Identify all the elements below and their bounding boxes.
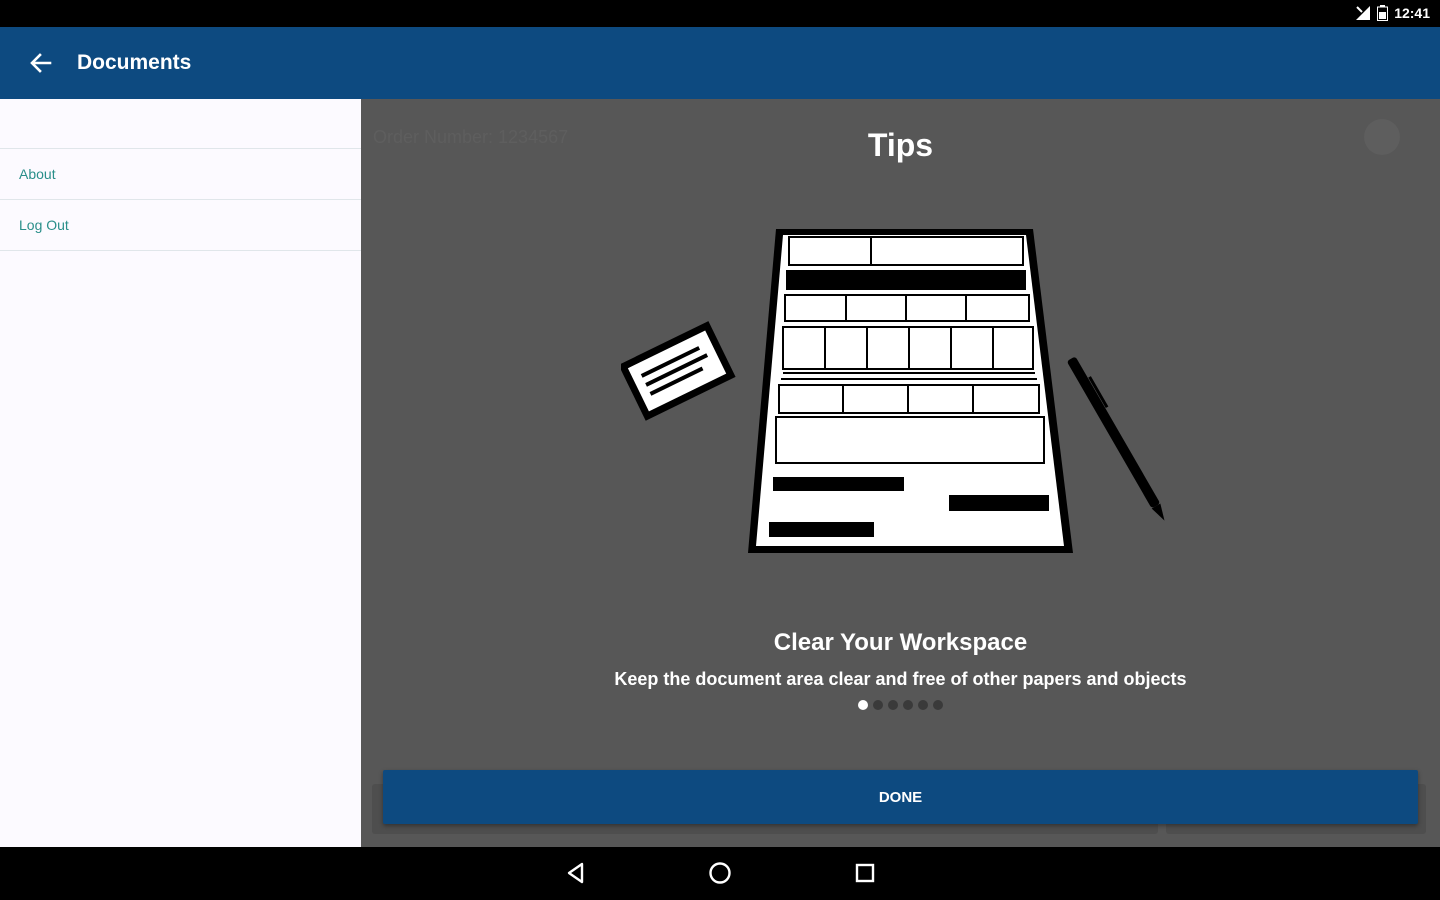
document-workspace-illustration bbox=[621, 229, 1165, 553]
tips-title: Tips bbox=[867, 127, 934, 163]
app-bar: Documents bbox=[0, 27, 1440, 99]
nav-back-button[interactable] bbox=[556, 855, 596, 891]
pager-dot-1[interactable] bbox=[858, 700, 868, 710]
drawer-item-about[interactable]: About bbox=[0, 149, 361, 200]
pager-dots bbox=[361, 700, 1440, 710]
pager-dot-3[interactable] bbox=[888, 700, 898, 710]
status-time: 12:41 bbox=[1394, 5, 1430, 21]
navigation-drawer: About Log Out bbox=[0, 99, 361, 847]
pager-dot-2[interactable] bbox=[873, 700, 883, 710]
pager-dot-5[interactable] bbox=[918, 700, 928, 710]
status-bar: 12:41 bbox=[0, 0, 1440, 27]
recents-square-icon bbox=[855, 863, 875, 883]
tip-heading: Clear Your Workspace bbox=[773, 629, 1028, 656]
tips-overlay: Order Number: 1234567 Tips Clear Your Wo… bbox=[361, 99, 1440, 847]
battery-icon bbox=[1377, 5, 1389, 21]
document-form-illustration bbox=[748, 229, 1073, 553]
nav-recents-button[interactable] bbox=[845, 855, 885, 891]
tip-body: Keep the document area clear and free of… bbox=[614, 669, 1187, 689]
pager-dot-6[interactable] bbox=[933, 700, 943, 710]
pager-dot-4[interactable] bbox=[903, 700, 913, 710]
system-nav-bar bbox=[0, 847, 1440, 900]
back-button[interactable] bbox=[19, 41, 63, 85]
drawer-header bbox=[0, 99, 361, 149]
arrow-left-icon bbox=[30, 53, 52, 73]
nav-home-button[interactable] bbox=[700, 855, 740, 891]
pen-illustration bbox=[1067, 357, 1165, 521]
back-triangle-icon bbox=[567, 862, 584, 884]
home-circle-icon bbox=[709, 862, 731, 884]
app-title: Documents bbox=[77, 51, 192, 74]
drawer-item-log-out[interactable]: Log Out bbox=[0, 200, 361, 251]
status-icons: 12:41 bbox=[1355, 5, 1430, 21]
signal-icon bbox=[1356, 6, 1371, 20]
business-card-illustration bbox=[621, 321, 736, 421]
done-button[interactable]: DONE bbox=[383, 770, 1418, 824]
